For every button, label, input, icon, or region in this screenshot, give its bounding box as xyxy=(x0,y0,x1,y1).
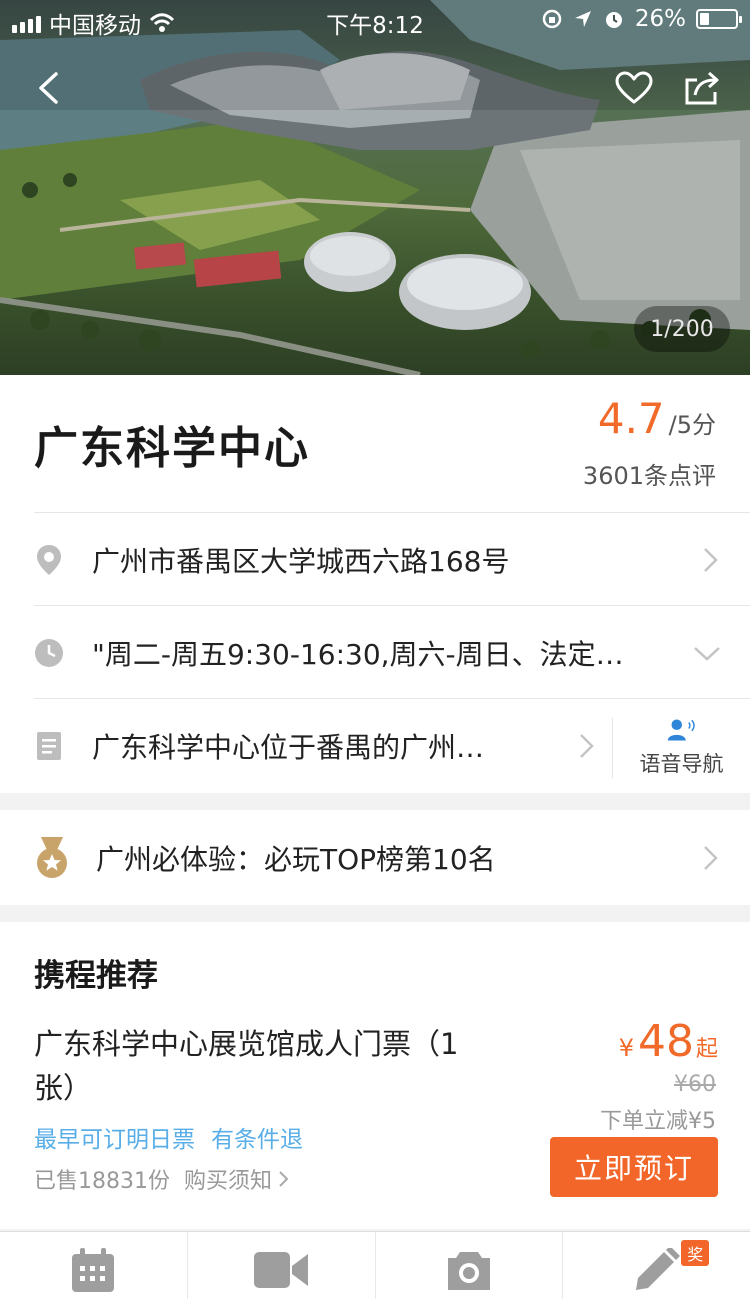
price-suffix: 起 xyxy=(695,1037,718,1062)
rating-score: 4.7 xyxy=(597,394,665,443)
voice-guide-icon xyxy=(667,719,695,741)
voice-navigation-button[interactable]: 语音导航 xyxy=(612,718,750,778)
opening-hours-row[interactable]: "周二-周五9:30-16:30,周六-周日、法定… xyxy=(0,606,750,700)
review-count[interactable]: 3601条点评 xyxy=(583,456,716,491)
reward-badge: 奖 xyxy=(681,1240,710,1266)
purchase-notice-label: 购买须知 xyxy=(184,1169,273,1194)
chevron-right-icon xyxy=(704,548,718,572)
clock-icon xyxy=(34,638,64,668)
location-pin-icon xyxy=(34,545,64,575)
ranking-text: 广州必体验：必玩TOP榜第10名 xyxy=(96,842,496,876)
status-bar: 中国移动 下午8:12 26% xyxy=(0,0,750,40)
medal-icon xyxy=(32,836,72,880)
product-tags: 最早可订明日票 有条件退 xyxy=(34,1120,303,1154)
product-name[interactable]: 广东科学中心展览馆成人门票（1张） xyxy=(34,1022,494,1110)
hero-image[interactable]: 中国移动 下午8:12 26% 1/200 xyxy=(0,0,750,375)
tab-write-review[interactable]: 奖 xyxy=(562,1232,750,1299)
price-value: 48 xyxy=(637,1016,694,1067)
chevron-down-icon xyxy=(694,647,720,661)
tab-photo[interactable] xyxy=(374,1232,563,1299)
ranking-row[interactable]: 广州必体验：必玩TOP榜第10名 xyxy=(0,810,750,905)
rating[interactable]: 4.7 /5分 xyxy=(598,394,716,443)
alarm-clock-icon xyxy=(605,12,622,28)
video-camera-icon xyxy=(254,1252,309,1288)
pencil-icon xyxy=(635,1248,680,1290)
purchase-notice-link[interactable]: 购买须知 xyxy=(184,1163,290,1195)
document-icon xyxy=(34,731,64,761)
product-tag: 最早可订明日票 xyxy=(34,1127,195,1153)
rating-scale: /5分 xyxy=(668,411,716,439)
sales-info: 已售18831份 购买须知 xyxy=(34,1163,290,1195)
section-title: 携程推荐 xyxy=(34,958,158,994)
back-button[interactable] xyxy=(24,64,72,112)
favorite-button[interactable] xyxy=(610,64,658,112)
chevron-right-icon xyxy=(279,1171,289,1187)
address-text: 广州市番禺区大学城西六路168号 xyxy=(92,545,510,578)
voice-navigation-label: 语音导航 xyxy=(639,752,724,776)
bottom-action-bar: 奖 xyxy=(0,1231,750,1299)
battery-percentage: 26% xyxy=(634,6,686,32)
intro-text: 广东科学中心位于番禺的广州… xyxy=(92,731,485,764)
original-price: ¥60 xyxy=(674,1072,716,1097)
address-row[interactable]: 广州市番禺区大学城西六路168号 xyxy=(0,513,750,607)
photo-counter: 1/200 xyxy=(634,306,730,352)
share-button[interactable] xyxy=(678,64,726,112)
battery-icon xyxy=(696,9,742,29)
share-icon xyxy=(685,71,719,105)
price: ¥ 48 起 xyxy=(619,1016,718,1067)
location-arrow-icon xyxy=(574,11,591,27)
poi-title: 广东科学中心 xyxy=(34,423,310,474)
heart-icon xyxy=(615,71,653,104)
calendar-icon xyxy=(72,1248,115,1292)
back-arrow-icon xyxy=(39,72,58,104)
discount-text: 下单立减¥5 xyxy=(600,1109,716,1134)
opening-hours-text: "周二-周五9:30-16:30,周六-周日、法定… xyxy=(92,638,624,671)
product-tag: 有条件退 xyxy=(211,1127,303,1153)
sold-count: 已售18831份 xyxy=(34,1169,170,1194)
tab-calendar[interactable] xyxy=(0,1232,187,1299)
camera-icon xyxy=(447,1252,490,1290)
chevron-right-icon xyxy=(580,734,594,758)
tab-video[interactable] xyxy=(186,1232,375,1299)
chevron-right-icon xyxy=(704,845,718,870)
currency-symbol: ¥ xyxy=(618,1034,634,1062)
book-now-button[interactable]: 立即预订 xyxy=(550,1137,718,1197)
rotation-lock-icon xyxy=(542,9,562,29)
